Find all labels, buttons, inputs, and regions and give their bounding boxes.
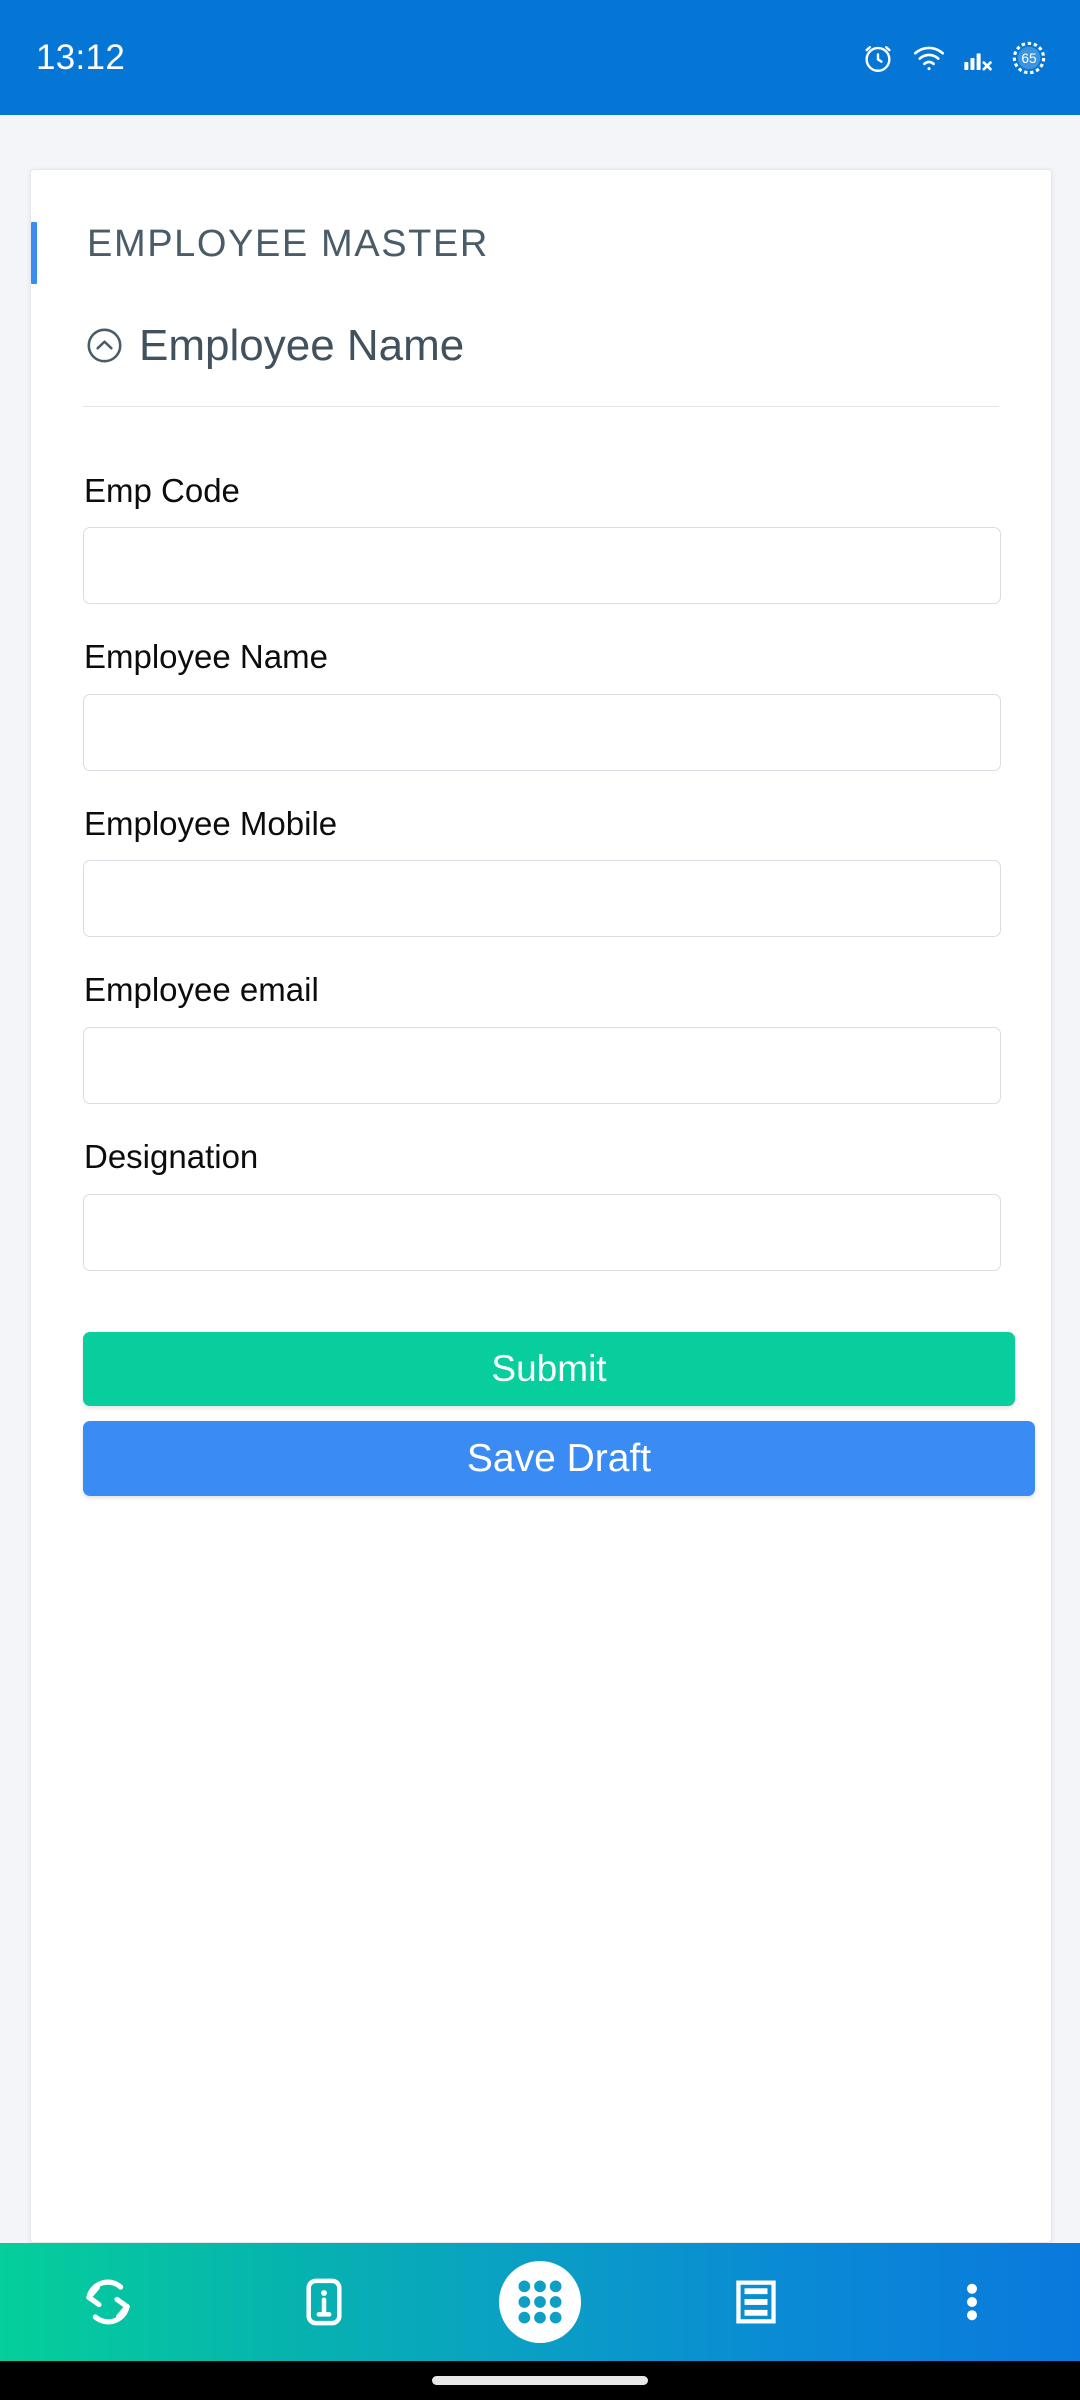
field-label: Employee email (84, 971, 319, 1009)
section-header[interactable]: Employee Name (84, 320, 1051, 370)
field-employee-email: Employee email (83, 970, 1001, 1104)
system-gesture-area (0, 2361, 1080, 2400)
list-lines-icon[interactable] (729, 2275, 783, 2329)
employee-form: Emp Code Employee Name Employee Mobile E… (31, 407, 1051, 1271)
field-label: Designation (84, 1137, 259, 1175)
status-icon-tray: 65 (861, 41, 1046, 75)
section-title: Employee Name (139, 320, 465, 370)
designation-input[interactable] (83, 1193, 1001, 1271)
employee-name-input[interactable] (83, 693, 1001, 771)
nav-more[interactable] (864, 2243, 1080, 2361)
info-icon[interactable] (297, 2275, 351, 2329)
status-bar: 13:12 65 (0, 0, 1080, 115)
phone-screen: 13:12 65 EMPLOYEE MASTER Employee Name E… (0, 0, 1080, 2400)
emp-code-input[interactable] (83, 527, 1001, 605)
sync-refresh-icon[interactable] (77, 2271, 139, 2333)
bottom-navigation-bar (0, 2243, 1080, 2361)
form-actions: Submit Save Draft (31, 1304, 1051, 1496)
field-employee-mobile: Employee Mobile (83, 804, 1001, 938)
title-accent-bar (31, 222, 37, 284)
battery-icon: 65 (1012, 41, 1046, 75)
chevron-up-circle-icon[interactable] (84, 325, 125, 366)
save-draft-button[interactable]: Save Draft (83, 1420, 1035, 1496)
card-title-row: EMPLOYEE MASTER (31, 170, 1051, 284)
field-label: Employee Mobile (84, 804, 338, 842)
page-title: EMPLOYEE MASTER (87, 223, 489, 265)
employee-mobile-input[interactable] (83, 860, 1001, 938)
cellular-no-sim-icon (963, 43, 995, 73)
wifi-icon (912, 44, 946, 72)
nav-apps[interactable] (432, 2243, 648, 2361)
alarm-clock-icon (861, 41, 895, 75)
more-vertical-icon[interactable] (948, 2278, 996, 2326)
status-clock: 13:12 (36, 38, 126, 77)
battery-percent-label: 65 (1021, 51, 1037, 66)
page-body: EMPLOYEE MASTER Employee Name Emp Code E… (0, 115, 1080, 2243)
field-label: Emp Code (84, 471, 240, 509)
field-emp-code: Emp Code (83, 471, 1001, 605)
nav-list[interactable] (648, 2243, 864, 2361)
form-card: EMPLOYEE MASTER Employee Name Emp Code E… (30, 169, 1052, 2243)
apps-grid-icon[interactable] (497, 2259, 583, 2345)
field-employee-name: Employee Name (83, 637, 1001, 771)
submit-button[interactable]: Submit (83, 1331, 1015, 1406)
employee-email-input[interactable] (83, 1026, 1001, 1104)
field-label: Employee Name (84, 638, 328, 676)
home-gesture-pill[interactable] (432, 2376, 648, 2385)
field-designation: Designation (83, 1137, 1001, 1271)
nav-sync[interactable] (0, 2243, 216, 2361)
nav-info[interactable] (216, 2243, 432, 2361)
